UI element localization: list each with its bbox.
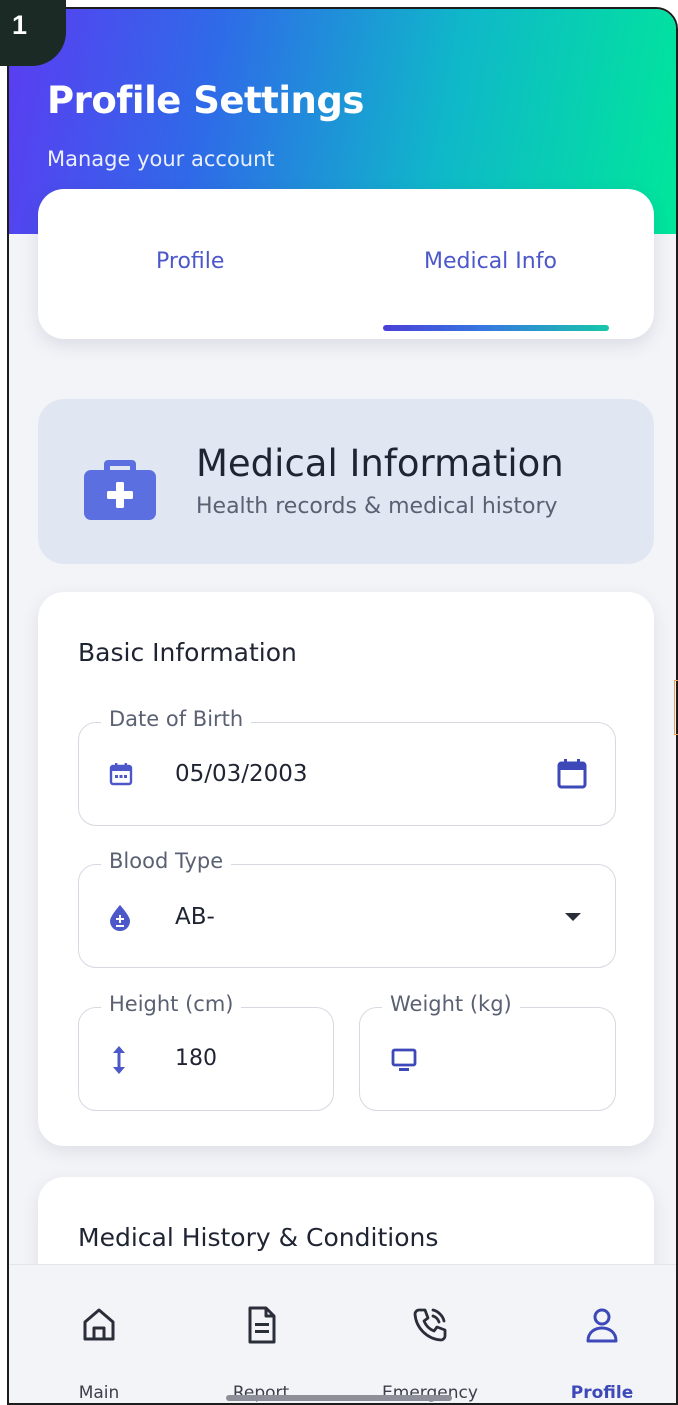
home-indicator[interactable] [226, 1395, 452, 1401]
basic-information-card: Basic Information Date of Birth 05/03/20… [38, 592, 654, 1146]
medical-information-card: Medical Information Health records & med… [38, 399, 654, 564]
calendar-picker-icon[interactable] [555, 757, 589, 791]
nav-item-emergency[interactable]: Emergency [355, 1265, 505, 1403]
blood-type-label: Blood Type [101, 849, 232, 873]
medical-kit-icon [84, 460, 156, 520]
nav-label-main: Main [78, 1383, 120, 1403]
height-field[interactable]: Height (cm) 180 [78, 992, 334, 1111]
basic-information-title: Basic Information [78, 638, 297, 667]
blood-type-value: AB- [175, 904, 215, 930]
page-title: Profile Settings [47, 79, 364, 122]
blood-drop-icon [110, 905, 130, 931]
nav-label-profile: Profile [570, 1383, 634, 1403]
user-icon [586, 1308, 618, 1343]
weight-label: Weight (kg) [382, 992, 520, 1016]
document-icon [248, 1306, 276, 1344]
phone-call-icon [413, 1308, 447, 1342]
dropdown-arrow-icon[interactable] [563, 911, 583, 923]
height-label: Height (cm) [101, 992, 242, 1016]
tab-bar: Profile Medical Info [38, 189, 654, 339]
tab-medical-info[interactable]: Medical Info [424, 249, 557, 274]
weight-field[interactable]: Weight (kg) [359, 992, 616, 1111]
medical-history-title: Medical History & Conditions [78, 1223, 439, 1252]
height-value: 180 [175, 1046, 217, 1071]
tab-profile[interactable]: Profile [156, 249, 224, 274]
bottom-navigation: Main Report Emergency Profile [9, 1264, 676, 1403]
page-subtitle: Manage your account [47, 147, 275, 171]
nav-item-main[interactable]: Main [24, 1265, 174, 1403]
calendar-icon [109, 763, 133, 786]
home-icon [83, 1308, 115, 1341]
medical-information-title: Medical Information [196, 442, 564, 485]
date-of-birth-field[interactable]: Date of Birth 05/03/2003 [78, 707, 616, 826]
date-of-birth-label: Date of Birth [101, 707, 252, 731]
nav-item-profile[interactable]: Profile [527, 1265, 676, 1403]
phone-screen: Profile Settings Manage your account Pro… [7, 7, 678, 1405]
medical-information-subtitle: Health records & medical history [196, 494, 558, 519]
date-of-birth-value: 05/03/2003 [175, 761, 308, 787]
active-tab-indicator [383, 325, 609, 331]
height-arrows-icon [113, 1046, 125, 1074]
monitor-icon [391, 1048, 417, 1071]
edge-handle [674, 680, 678, 735]
blood-type-select[interactable]: Blood Type AB- [78, 849, 616, 968]
nav-item-report[interactable]: Report [186, 1265, 336, 1403]
